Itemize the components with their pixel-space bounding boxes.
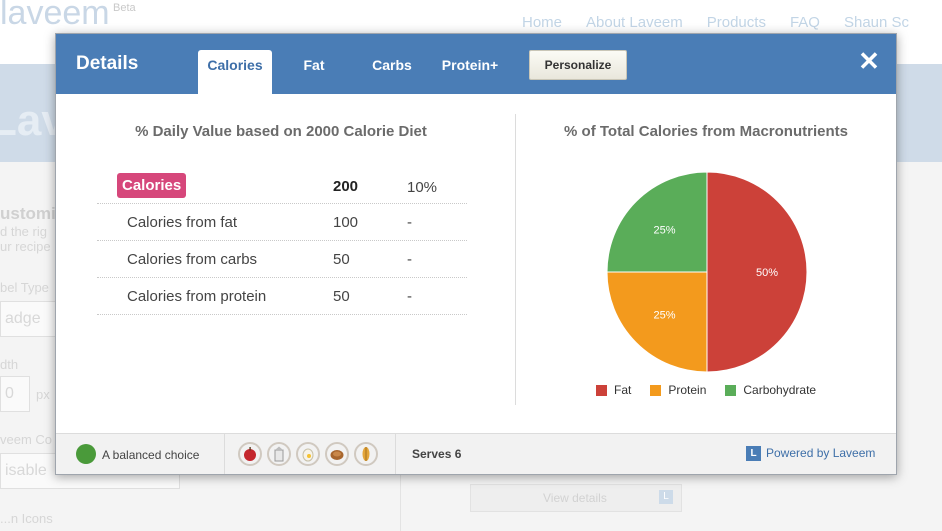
row-percent: 10% xyxy=(407,179,438,196)
table-row: Calories from carbs 50 - xyxy=(97,241,467,278)
icons-label: ...n Icons xyxy=(0,511,53,526)
legend-swatch xyxy=(650,384,662,396)
food-group-icons xyxy=(238,442,383,466)
legend-item-fat: Fat xyxy=(596,383,631,397)
pie-slice-label: 25% xyxy=(654,225,676,237)
table-row: Calories from fat 100 - xyxy=(97,204,467,241)
laveem-small-logo: L xyxy=(659,490,673,504)
serves-label: Serves 6 xyxy=(412,447,462,461)
calories-badge: Calories xyxy=(117,173,187,198)
background-divider xyxy=(400,470,401,531)
legend-label: Fat xyxy=(614,383,632,397)
balance-indicator-icon xyxy=(76,444,96,464)
close-icon[interactable]: ✕ xyxy=(856,48,882,74)
width-input[interactable]: 0 xyxy=(0,376,30,412)
legend-item-protein: Protein xyxy=(650,383,706,397)
meat-icon xyxy=(325,442,349,466)
apple-icon xyxy=(238,442,262,466)
footer-divider xyxy=(395,434,396,474)
row-percent: - xyxy=(407,251,412,268)
tab-calories[interactable]: Calories xyxy=(198,50,272,94)
footer-divider xyxy=(224,434,225,474)
nav-home[interactable]: Home xyxy=(522,14,562,31)
panel-divider xyxy=(515,114,516,405)
laveem-logo-icon: L xyxy=(746,446,761,461)
modal-header: Details Calories Fat Carbs Protein+ Pers… xyxy=(56,34,896,94)
legend-label: Protein xyxy=(668,383,707,397)
nav-faq[interactable]: FAQ xyxy=(790,14,820,31)
modal-footer: A balanced choice Serves 6 L Powered by … xyxy=(56,433,896,474)
row-percent: - xyxy=(407,214,412,231)
chart-title: % of Total Calories from Macronutrients xyxy=(564,123,848,140)
grain-icon xyxy=(354,442,378,466)
row-amount: 100 xyxy=(333,214,359,231)
personalize-button[interactable]: Personalize xyxy=(529,50,627,80)
pie-slice-protein xyxy=(606,271,708,373)
legend-swatch xyxy=(596,384,607,396)
chart-legend: Fat Protein Carbohydrate xyxy=(596,383,835,397)
width-unit: px xyxy=(36,386,50,402)
row-amount: 50 xyxy=(333,251,350,268)
daily-value-title: % Daily Value based on 2000 Calorie Diet xyxy=(135,123,427,140)
details-modal: Details Calories Fat Carbs Protein+ Pers… xyxy=(55,33,897,475)
pie-slice-label: 50% xyxy=(756,267,778,279)
legend-label: Carbohydrate xyxy=(743,383,817,397)
nav-products[interactable]: Products xyxy=(707,14,766,31)
balance-label: A balanced choice xyxy=(102,448,200,462)
macronutrient-pie-chart: 50% 25% 25% xyxy=(606,171,808,373)
beta-label: Beta xyxy=(113,2,136,14)
row-amount: 200 xyxy=(333,178,359,195)
nutrition-table: Calories 200 10% Calories from fat 100 -… xyxy=(97,167,467,315)
pie-slice-carbohydrate xyxy=(606,171,708,273)
tab-carbs[interactable]: Carbs xyxy=(362,50,422,94)
row-label: Calories from fat xyxy=(127,214,238,231)
table-row: Calories 200 10% xyxy=(97,167,467,204)
row-label: Calories from protein xyxy=(127,288,267,305)
row-label: Calories from carbs xyxy=(127,251,258,268)
row-percent: - xyxy=(407,288,412,305)
pie-slice-label: 25% xyxy=(654,309,676,321)
view-details-button[interactable]: View details L xyxy=(470,484,682,512)
row-amount: 50 xyxy=(333,288,350,305)
legend-item-carbohydrate: Carbohydrate xyxy=(725,383,816,397)
tab-fat[interactable]: Fat xyxy=(288,50,340,94)
site-nav: Home About Laveem Products FAQ Shaun Sc xyxy=(522,14,933,31)
modal-title: Details xyxy=(76,53,139,74)
tab-protein[interactable]: Protein+ xyxy=(434,50,506,94)
site-logo: laveem xyxy=(0,0,110,32)
egg-icon xyxy=(296,442,320,466)
legend-swatch xyxy=(725,384,737,396)
milk-icon xyxy=(267,442,291,466)
table-row: Calories from protein 50 - xyxy=(97,278,467,315)
powered-by-link[interactable]: Powered by Laveem xyxy=(766,446,875,460)
nav-user[interactable]: Shaun Sc xyxy=(844,14,909,31)
nav-about[interactable]: About Laveem xyxy=(586,14,683,31)
view-details-label: View details xyxy=(543,491,607,505)
